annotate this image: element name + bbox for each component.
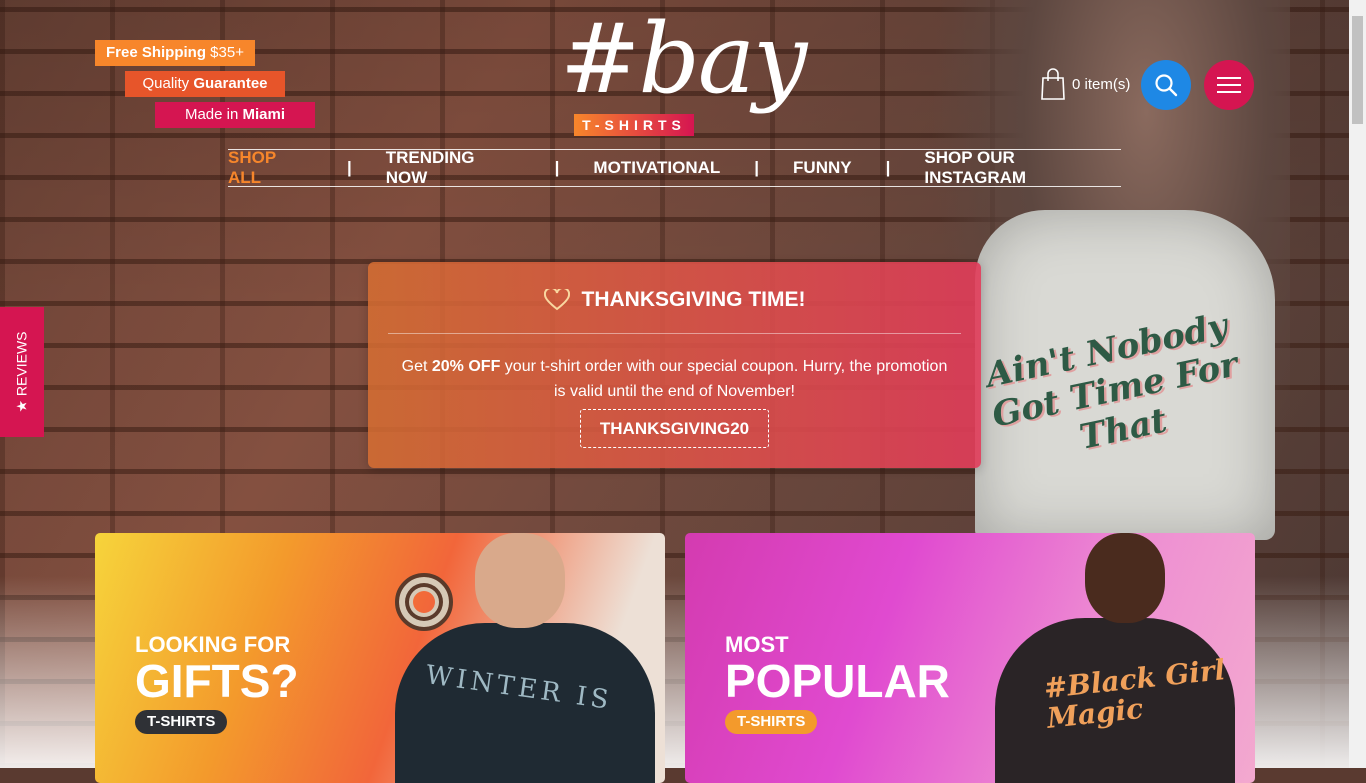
coupon-code[interactable]: THANKSGIVING20 [580,409,769,448]
promo-box: THANKSGIVING TIME! Get 20% OFF your t-sh… [368,262,981,468]
search-icon [1155,74,1178,97]
card-title: GIFTS? [135,655,299,707]
logo-tagline: T-SHIRTS [574,114,694,136]
card-title: POPULAR [725,655,950,707]
search-button[interactable] [1141,60,1191,110]
menu-button[interactable] [1204,60,1254,110]
made-in-label: Made in [184,106,243,123]
nav-shop-all[interactable]: SHOP ALL [228,148,313,188]
most-popular-card[interactable]: #Black Girl Magic MOST POPULAR T-SHIRTS [685,533,1255,783]
nav-separator: | [885,158,891,177]
nav-separator: | [346,158,352,177]
nav-trending-now[interactable]: TRENDING NOW [386,148,521,188]
dartboard-image [395,573,453,631]
promo-description: Get 20% OFF your t-shirt order with our … [398,354,951,404]
hamburger-menu-icon [1217,77,1241,93]
miami-label: Miami [242,106,286,123]
card-tag: T-SHIRTS [135,710,228,734]
nav-separator: | [554,158,560,177]
page-scrollbar[interactable] [1349,0,1366,768]
made-in-miami-badge: Made in Miami [155,102,315,128]
nav-funny[interactable]: FUNNY [793,158,852,178]
card-model-head [475,533,565,628]
site-logo[interactable]: #bay T-SHIRTS [560,4,807,144]
card-subtitle: MOST [725,632,789,657]
nav-separator: | [754,158,760,177]
free-shipping-label: Free Shipping [106,44,207,61]
main-nav: SHOP ALL | TRENDING NOW | MOTIVATIONAL |… [228,148,1121,188]
cart-count: 0 item(s) [1072,75,1131,93]
free-shipping-badge: Free Shipping $35+ [95,40,255,66]
quality-guarantee-badge: Quality Guarantee [125,71,285,97]
promo-text-before: Get [401,358,432,375]
guarantee-label: Guarantee [193,75,268,92]
promo-title: THANKSGIVING TIME! [368,288,981,312]
promo-discount: 20% OFF [431,358,501,375]
cart-link[interactable]: 0 item(s) [1040,68,1130,100]
card-tag: T-SHIRTS [725,710,818,734]
promo-title-text: THANKSGIVING TIME! [581,288,806,311]
logo-wordmark: #bay [560,3,807,115]
heart-icon [543,289,570,311]
scrollbar-thumb[interactable] [1352,16,1363,124]
card-subtitle: LOOKING FOR [135,632,291,657]
reviews-label: ★ REVIEWS [13,331,30,413]
gifts-card[interactable]: WINTER IS LOOKING FOR GIFTS? T-SHIRTS [95,533,665,783]
promo-divider [388,333,961,334]
promo-text-after: your t-shirt order with our special coup… [500,358,948,400]
nav-shop-our-instagram[interactable]: SHOP OUR INSTAGRAM [924,148,1121,188]
nav-motivational[interactable]: MOTIVATIONAL [593,158,720,178]
reviews-tab[interactable]: ★ REVIEWS [0,307,44,437]
shopping-bag-icon [1041,68,1065,100]
card-model-head [1085,533,1165,623]
quality-label: Quality [142,75,194,92]
free-shipping-amount: $35+ [206,44,244,61]
